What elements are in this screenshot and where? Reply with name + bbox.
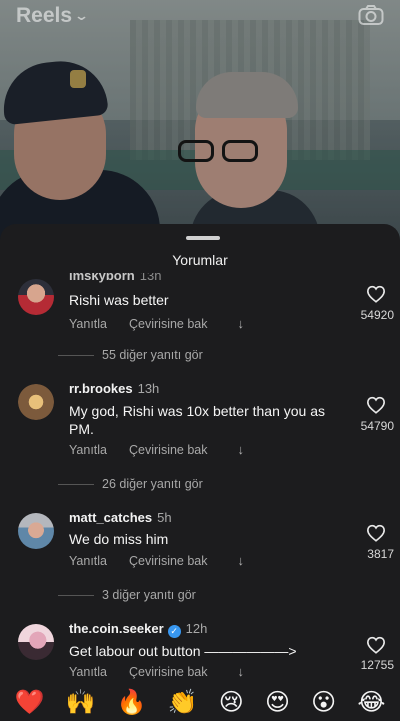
- emoji-raised-hands-button[interactable]: 🙌: [66, 688, 96, 716]
- view-more-replies[interactable]: 26 diğer yanıtı gör: [58, 477, 203, 491]
- emoji-crying-button[interactable]: 😢: [219, 688, 244, 716]
- comment-actions: Yanıtla Çevirisine bak ↓: [69, 316, 244, 331]
- view-more-replies-label: 3 diğer yanıtı gör: [102, 588, 196, 602]
- like-count: 54790: [360, 419, 394, 433]
- comment-actions: Yanıtla Çevirisine bak ↓: [69, 553, 244, 568]
- sheet-title: Yorumlar: [172, 252, 228, 268]
- video-dim-overlay: [0, 0, 400, 260]
- emoji-laughing-button[interactable]: 😂: [357, 688, 385, 716]
- heart-icon[interactable]: [366, 636, 386, 654]
- like-count: 54920: [360, 308, 394, 322]
- arrow-down-icon[interactable]: ↓: [238, 664, 245, 679]
- heart-icon[interactable]: [366, 396, 386, 414]
- translate-button[interactable]: Çevirisine bak: [129, 665, 208, 679]
- reel-video[interactable]: Reels ⌄: [0, 0, 400, 260]
- view-more-replies[interactable]: 3 diğer yanıtı gör: [58, 588, 196, 602]
- view-more-replies-label: 55 diğer yanıtı gör: [102, 348, 203, 362]
- comment-username[interactable]: matt_catches 5h: [69, 510, 172, 525]
- translate-button[interactable]: Çevirisine bak: [129, 554, 208, 568]
- comment-username[interactable]: imskyborn 13h: [69, 273, 161, 283]
- arrow-down-icon[interactable]: ↓: [238, 553, 245, 568]
- emoji-heart-button[interactable]: ❤️: [15, 688, 45, 716]
- translate-button[interactable]: Çevirisine bak: [129, 317, 208, 331]
- reply-button[interactable]: Yanıtla: [69, 317, 107, 331]
- emoji-surprised-button[interactable]: 😮: [311, 688, 336, 716]
- reply-button[interactable]: Yanıtla: [69, 443, 107, 457]
- chevron-down-icon: ⌄: [73, 8, 90, 23]
- reels-title-dropdown[interactable]: Reels ⌄: [16, 4, 90, 28]
- heart-icon[interactable]: [366, 524, 386, 542]
- comment-actions: Yanıtla Çevirisine bak ↓: [69, 442, 244, 457]
- reply-button[interactable]: Yanıtla: [69, 554, 107, 568]
- arrow-down-icon[interactable]: ↓: [238, 316, 245, 331]
- view-more-replies[interactable]: 55 diğer yanıtı gör: [58, 348, 203, 362]
- comment-text: My god, Rishi was 10x better than you as…: [69, 403, 326, 437]
- emoji-clap-button[interactable]: 👏: [168, 688, 198, 716]
- emoji-fire-button[interactable]: 🔥: [117, 688, 147, 716]
- comment-text: We do miss him: [69, 531, 169, 547]
- arrow-down-icon[interactable]: ↓: [238, 442, 245, 457]
- comments-sheet: Yorumlar imskyborn 13h Rishi was better Y…: [0, 224, 400, 721]
- heart-icon[interactable]: [366, 285, 386, 303]
- translate-button[interactable]: Çevirisine bak: [129, 443, 208, 457]
- comment-username[interactable]: rr.brookes 13h: [69, 381, 159, 396]
- reels-title-label: Reels: [16, 4, 73, 27]
- divider-line: [58, 354, 94, 356]
- avatar[interactable]: [18, 624, 54, 660]
- like-count: 3817: [367, 547, 394, 561]
- emoji-heart-eyes-button[interactable]: 😍: [265, 688, 290, 716]
- reply-button[interactable]: Yanıtla: [69, 665, 107, 679]
- avatar[interactable]: [18, 513, 54, 549]
- sheet-drag-handle[interactable]: [186, 236, 220, 240]
- comment-username[interactable]: the.coin.seeker ✓ 12h: [69, 621, 207, 638]
- comment-text: Get labour out button ——————>: [69, 643, 297, 659]
- camera-icon[interactable]: [358, 4, 384, 26]
- emoji-reaction-bar: ❤️ 🙌 🔥 👏 😢 😍 😮 😂: [0, 682, 400, 721]
- divider-line: [58, 483, 94, 485]
- like-count: 12755: [360, 658, 394, 672]
- avatar[interactable]: [18, 279, 54, 315]
- divider-line: [58, 594, 94, 596]
- avatar[interactable]: [18, 384, 54, 420]
- verified-badge-icon: ✓: [167, 625, 181, 638]
- view-more-replies-label: 26 diğer yanıtı gör: [102, 477, 203, 491]
- comment-text: Rishi was better: [69, 292, 169, 308]
- comment-actions: Yanıtla Çevirisine bak ↓: [69, 664, 244, 679]
